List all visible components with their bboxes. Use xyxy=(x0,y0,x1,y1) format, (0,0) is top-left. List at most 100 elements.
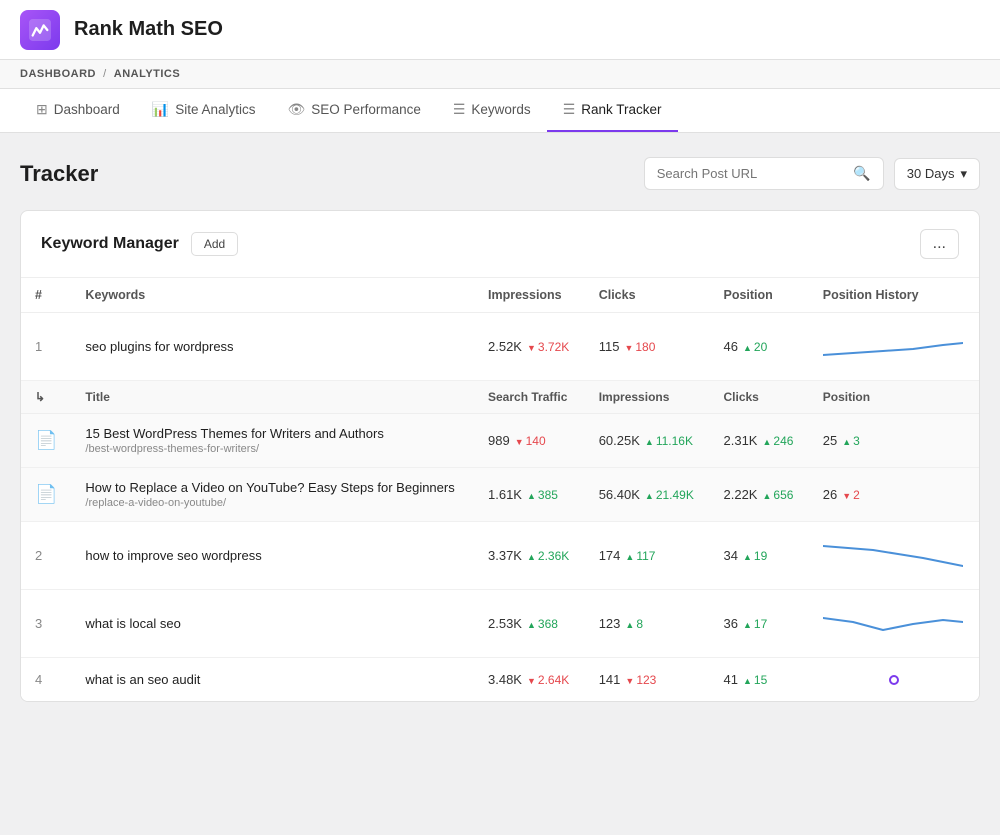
keywords-icon: ☰ xyxy=(453,101,466,118)
arrow-up-icon xyxy=(527,549,536,563)
row-impressions: 2.52K 3.72K xyxy=(474,313,585,381)
tab-keywords[interactable]: ☰ Keywords xyxy=(437,89,547,132)
tab-dashboard[interactable]: ⊞ Dashboard xyxy=(20,89,136,132)
row-number: 2 xyxy=(21,522,71,590)
add-keyword-button[interactable]: Add xyxy=(191,232,238,256)
row-clicks: 123 8 xyxy=(585,590,710,658)
tab-seo-performance[interactable]: 👁 SEO Performance xyxy=(272,89,437,132)
row-keyword: how to improve seo wordpress xyxy=(71,522,474,590)
position-dot xyxy=(889,675,899,685)
row-clicks: 174 117 xyxy=(585,522,710,590)
row-impressions: 3.37K 2.36K xyxy=(474,522,585,590)
arrow-up-icon xyxy=(645,488,654,502)
table-row[interactable]: 1 seo plugins for wordpress 2.52K 3.72K … xyxy=(21,313,979,381)
col-position: Position xyxy=(710,278,809,313)
row-clicks: 141 123 xyxy=(585,658,710,702)
arrow-up-icon xyxy=(762,434,771,448)
table-header-row: # Keywords Impressions Clicks Position P… xyxy=(21,278,979,313)
arrow-up-icon xyxy=(743,673,752,687)
sub-header-row: ↳ Title Search Traffic Impressions Click… xyxy=(21,381,979,414)
table-row[interactable]: 4 what is an seo audit 3.48K 2.64K 141 1… xyxy=(21,658,979,702)
arrow-up-icon xyxy=(842,434,851,448)
sub-col-icon: ↳ xyxy=(21,381,71,414)
row-number: 1 xyxy=(21,313,71,381)
page-icon: 📄 xyxy=(35,484,57,504)
breadcrumb: DASHBOARD / ANALYTICS xyxy=(0,60,1000,89)
app-title: Rank Math SEO xyxy=(74,18,223,41)
arrow-up-icon xyxy=(645,434,654,448)
sub-row-position: 25 3 xyxy=(809,414,979,468)
app-logo xyxy=(20,10,60,50)
arrow-up-icon xyxy=(527,617,536,631)
arrow-down-icon xyxy=(527,673,536,687)
row-position: 36 17 xyxy=(710,590,809,658)
sub-row-clicks: 2.31K 246 xyxy=(710,414,809,468)
sub-col-traffic: Search Traffic xyxy=(474,381,585,414)
row-impressions: 2.53K 368 xyxy=(474,590,585,658)
col-keywords: Keywords xyxy=(71,278,474,313)
sub-col-impressions: Impressions xyxy=(585,381,710,414)
days-select[interactable]: 30 Days ▾ xyxy=(894,158,980,190)
arrow-down-icon xyxy=(624,340,633,354)
row-sparkline xyxy=(809,658,979,702)
seo-performance-icon: 👁 xyxy=(288,101,306,118)
page-toolbar: Tracker 🔍 30 Days ▾ xyxy=(20,157,980,190)
dashboard-icon: ⊞ xyxy=(36,101,48,118)
arrow-up-icon xyxy=(527,488,536,502)
arrow-up-icon xyxy=(762,488,771,502)
page-content: Tracker 🔍 30 Days ▾ Keyword Manager Add … xyxy=(0,133,1000,726)
col-position-history: Position History xyxy=(809,278,979,313)
sub-row-position: 26 2 xyxy=(809,468,979,522)
main-card: Keyword Manager Add ... # Keywords Impre… xyxy=(20,210,980,702)
row-position: 46 20 xyxy=(710,313,809,381)
rank-tracker-icon: ☰ xyxy=(563,101,576,118)
sub-row-traffic: 989 140 xyxy=(474,414,585,468)
sub-row-icon: 📄 xyxy=(21,468,71,522)
more-options-button[interactable]: ... xyxy=(920,229,959,259)
keyword-manager-title: Keyword Manager xyxy=(41,235,179,253)
breadcrumb-current: ANALYTICS xyxy=(114,68,180,80)
sub-row-title: 15 Best WordPress Themes for Writers and… xyxy=(71,414,474,468)
card-header-left: Keyword Manager Add xyxy=(41,232,238,256)
row-position: 34 19 xyxy=(710,522,809,590)
search-icon: 🔍 xyxy=(853,165,870,182)
arrow-down-icon xyxy=(625,673,634,687)
chevron-down-icon: ▾ xyxy=(960,166,967,182)
arrow-down-icon xyxy=(515,434,524,448)
arrow-up-icon xyxy=(743,340,752,354)
keywords-table: # Keywords Impressions Clicks Position P… xyxy=(21,278,979,701)
sub-table-row[interactable]: 📄 How to Replace a Video on YouTube? Eas… xyxy=(21,468,979,522)
table-row[interactable]: 3 what is local seo 2.53K 368 123 8 36 1… xyxy=(21,590,979,658)
col-impressions: Impressions xyxy=(474,278,585,313)
sub-table-row[interactable]: 📄 15 Best WordPress Themes for Writers a… xyxy=(21,414,979,468)
breadcrumb-parent[interactable]: DASHBOARD xyxy=(20,68,96,80)
keywords-table-wrap: # Keywords Impressions Clicks Position P… xyxy=(21,278,979,701)
row-number: 4 xyxy=(21,658,71,702)
search-post-input[interactable] xyxy=(657,166,846,181)
page-title: Tracker xyxy=(20,161,98,187)
row-keyword: what is local seo xyxy=(71,590,474,658)
search-post-box[interactable]: 🔍 xyxy=(644,157,884,190)
table-row[interactable]: 2 how to improve seo wordpress 3.37K 2.3… xyxy=(21,522,979,590)
arrow-down-icon xyxy=(527,340,536,354)
nav-tabs-bar: ⊞ Dashboard 📊 Site Analytics 👁 SEO Perfo… xyxy=(0,89,1000,133)
sub-col-title: Title xyxy=(71,381,474,414)
tab-site-analytics[interactable]: 📊 Site Analytics xyxy=(136,89,272,132)
sub-row-icon: 📄 xyxy=(21,414,71,468)
arrow-up-icon xyxy=(743,617,752,631)
days-label: 30 Days xyxy=(907,166,955,181)
tab-rank-tracker[interactable]: ☰ Rank Tracker xyxy=(547,89,678,132)
sub-col-position: Position xyxy=(809,381,979,414)
row-position: 41 15 xyxy=(710,658,809,702)
sub-row-clicks: 2.22K 656 xyxy=(710,468,809,522)
sub-row-title: How to Replace a Video on YouTube? Easy … xyxy=(71,468,474,522)
arrow-down-icon xyxy=(842,488,851,502)
sub-row-impressions: 60.25K 11.16K xyxy=(585,414,710,468)
toolbar-right: 🔍 30 Days ▾ xyxy=(644,157,980,190)
row-impressions: 3.48K 2.64K xyxy=(474,658,585,702)
sub-row-impressions: 56.40K 21.49K xyxy=(585,468,710,522)
col-num: # xyxy=(21,278,71,313)
arrow-up-icon xyxy=(625,617,634,631)
row-sparkline xyxy=(809,313,979,381)
col-clicks: Clicks xyxy=(585,278,710,313)
